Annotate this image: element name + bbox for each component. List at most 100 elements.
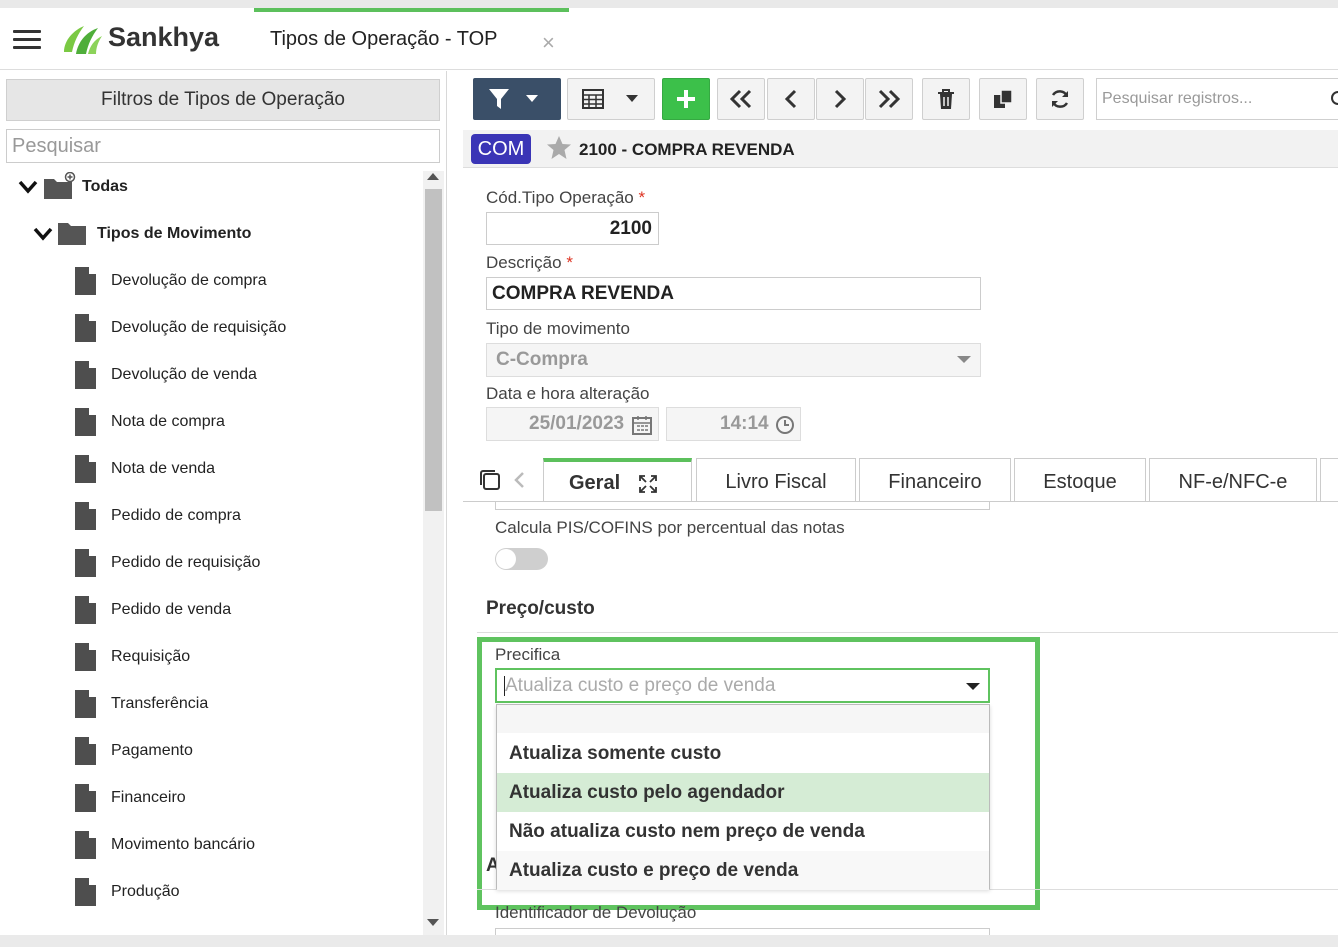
chevron-down-icon[interactable] (18, 180, 38, 194)
double-chevron-right-icon (878, 89, 901, 109)
tree-item[interactable]: Pedido de venda (75, 596, 415, 626)
dropdown-option[interactable]: Atualiza custo pelo agendador (497, 773, 989, 812)
last-record-button[interactable] (865, 78, 913, 120)
double-chevron-left-icon (729, 89, 752, 109)
precifica-value: Atualiza custo e preço de venda (505, 675, 776, 696)
calendar-icon[interactable] (632, 415, 652, 435)
filters-title[interactable]: Filtros de Tipos de Operação (6, 79, 440, 121)
chevron-down-icon[interactable] (33, 227, 53, 241)
time-value: 14:14 (720, 413, 769, 434)
dropdown-option[interactable]: Atualiza somente custo (497, 734, 989, 773)
tree-item-label: Pedido de requisição (111, 554, 261, 571)
tree-item[interactable]: Pedido de requisição (75, 549, 415, 579)
dropdown-option[interactable]: Atualiza custo e preço de venda (497, 851, 989, 890)
document-icon (75, 549, 96, 577)
tree-root-todas[interactable]: Todas (18, 172, 218, 202)
tab-close-icon[interactable]: × (542, 30, 555, 56)
tree-item[interactable]: Movimento bancário (75, 831, 415, 861)
tree-item-label: Movimento bancário (111, 836, 256, 853)
tree-item[interactable]: Devolução de venda (75, 361, 415, 391)
sidebar-search-input[interactable]: Pesquisar (6, 129, 440, 163)
record-title: 2100 - COMPRA REVENDA (579, 140, 795, 159)
tree-group-tipos-movimento[interactable]: Tipos de Movimento (33, 219, 333, 249)
document-icon (75, 596, 96, 624)
filter-button[interactable] (473, 78, 561, 120)
document-icon (75, 408, 96, 436)
filter-icon (489, 89, 509, 109)
caret-down-icon[interactable] (957, 356, 971, 364)
tree-item[interactable]: Nota de compra (75, 408, 415, 438)
tree-item[interactable]: Devolução de compra (75, 267, 415, 297)
desc-input[interactable]: COMPRA REVENDA (486, 277, 981, 310)
tree-item[interactable]: Nota de venda (75, 455, 415, 485)
pis-cofins-toggle[interactable] (495, 548, 548, 570)
identificador-devolucao-label: Identificador de Devolução (495, 903, 697, 922)
tree-item-label: Nota de compra (111, 413, 225, 430)
clock-icon[interactable] (775, 415, 795, 435)
document-icon (75, 643, 96, 671)
tree-item[interactable]: Produção (75, 878, 415, 908)
copy-tabs-icon[interactable] (478, 468, 502, 492)
tab-more[interactable] (1320, 458, 1338, 502)
data-label: Data e hora alteração (486, 384, 650, 403)
tree-item[interactable]: Pagamento (75, 737, 415, 767)
document-icon (75, 831, 96, 859)
tab-geral[interactable]: Geral (543, 458, 692, 502)
cod-input[interactable]: 2100 (486, 212, 659, 245)
delete-button[interactable] (922, 78, 970, 120)
document-icon (75, 878, 96, 906)
tab-geral-label: Geral (569, 472, 621, 494)
tree-item-label: Financeiro (111, 789, 186, 806)
date-input[interactable]: 25/01/2023 (486, 407, 659, 441)
next-record-button[interactable] (816, 78, 864, 120)
duplicate-button[interactable] (979, 78, 1027, 120)
grid-view-button[interactable] (567, 78, 655, 120)
tab-financeiro[interactable]: Financeiro (859, 458, 1011, 502)
precifica-select[interactable]: Atualiza custo e preço de venda (495, 668, 990, 703)
tree-item[interactable]: Pedido de compra (75, 502, 415, 532)
folder-add-icon (44, 172, 76, 199)
tab-tipos-operacao[interactable]: Tipos de Operação - TOP × (254, 8, 569, 70)
precifica-dropdown: Atualiza somente custo Atualiza custo pel… (496, 704, 990, 890)
document-icon (75, 314, 96, 342)
star-icon[interactable] (546, 135, 572, 160)
scroll-down-icon[interactable] (427, 919, 439, 926)
plus-icon (677, 90, 695, 108)
tab-estoque[interactable]: Estoque (1014, 458, 1146, 502)
add-button[interactable] (662, 78, 710, 120)
expand-icon[interactable] (638, 474, 658, 494)
records-search-input[interactable]: Pesquisar registros... (1096, 78, 1338, 120)
menu-icon[interactable] (13, 30, 41, 52)
bottom-strip (0, 935, 1338, 947)
tree-item[interactable]: Devolução de requisição (75, 314, 415, 344)
tabs-scroll-left-icon[interactable] (513, 471, 525, 489)
tree-item-label: Pedido de compra (111, 507, 241, 524)
dropdown-option[interactable]: Não atualiza custo nem preço de venda (497, 812, 989, 851)
copy-icon (994, 89, 1013, 108)
caret-down-icon[interactable] (966, 683, 980, 691)
search-icon[interactable] (1330, 90, 1338, 108)
scroll-up-icon[interactable] (427, 173, 439, 180)
required-mark: * (566, 253, 573, 272)
sidebar-scrollbar[interactable] (423, 171, 444, 941)
tree-item[interactable]: Transferência (75, 690, 415, 720)
tree-item[interactable]: Requisição (75, 643, 415, 673)
tree-item-label: Nota de venda (111, 460, 216, 477)
tipo-select[interactable]: C-Compra (486, 343, 981, 377)
first-record-button[interactable] (717, 78, 765, 120)
document-icon (75, 361, 96, 389)
caret-down-icon[interactable] (626, 95, 638, 103)
tree-item-label: Requisição (111, 648, 191, 665)
caret-down-icon[interactable] (526, 95, 538, 103)
tab-nfe-nfce[interactable]: NF-e/NFC-e (1149, 458, 1317, 502)
tab-livro-fiscal[interactable]: Livro Fiscal (696, 458, 856, 502)
previous-record-button[interactable] (767, 78, 815, 120)
time-input[interactable]: 14:14 (666, 407, 801, 441)
refresh-button[interactable] (1036, 78, 1084, 120)
document-icon (75, 784, 96, 812)
dropdown-option[interactable] (497, 705, 989, 733)
tree-item-label: Produção (111, 883, 180, 900)
tree-item[interactable]: Financeiro (75, 784, 415, 814)
grid-icon (582, 89, 604, 109)
scroll-thumb[interactable] (425, 189, 442, 511)
